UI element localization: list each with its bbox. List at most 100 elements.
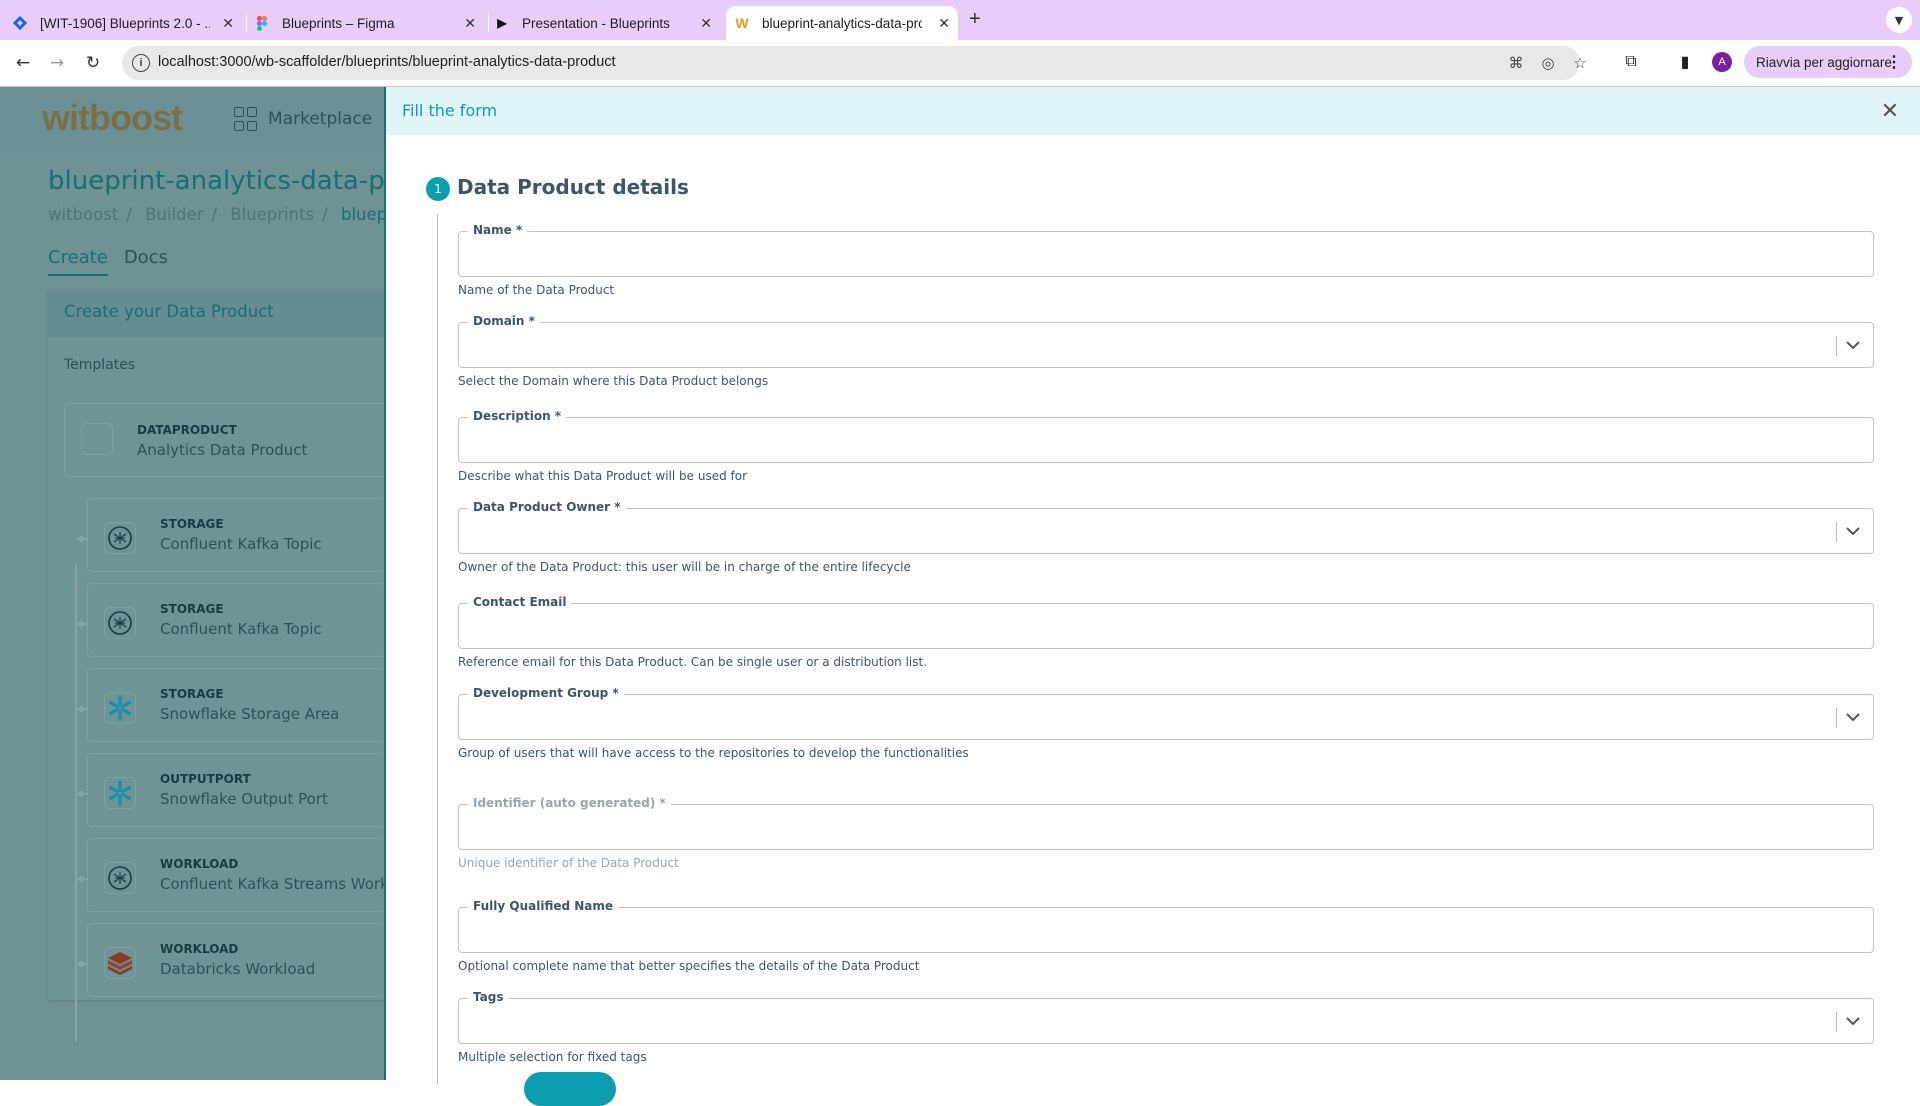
tab-label: blueprint-analytics-data-pro — [762, 15, 922, 31]
template-kind: STORAGE — [160, 602, 224, 616]
contact-email-outline: Contact Email — [458, 595, 1874, 649]
template-item[interactable]: STORAGE Confluent Kafka Topic — [76, 583, 384, 657]
template-kind: STORAGE — [160, 517, 224, 531]
more-menu-icon[interactable]: ⋮ — [1886, 52, 1902, 72]
description-input[interactable] — [460, 419, 1872, 461]
confluent-icon — [104, 607, 136, 639]
helper-text: Owner of the Data Product: this user wil… — [458, 560, 911, 574]
tree-node-dot — [78, 876, 84, 882]
side-panel-icon[interactable]: ▮ — [1674, 50, 1696, 72]
helper-text: Reference email for this Data Product. C… — [458, 655, 928, 669]
close-icon: ✕ — [1880, 98, 1900, 124]
data-product-owner-outline: Data Product Owner * — [458, 500, 1874, 554]
fully-qualified-name-field: Fully Qualified Name Optional complete na… — [458, 899, 1874, 973]
stepper-line — [437, 214, 438, 1084]
close-tab-icon[interactable]: ✕ — [700, 15, 712, 32]
template-name: Databricks Workload — [160, 960, 316, 978]
update-button[interactable]: Riavvia per aggiornare ⋮ — [1744, 46, 1912, 78]
close-tab-icon[interactable]: ✕ — [464, 15, 476, 32]
drawer-header: Fill the form ✕ — [386, 87, 1920, 135]
tree-node-dot — [78, 621, 84, 627]
tab-label: Presentation - Blueprints — [522, 15, 670, 31]
eye-off-icon[interactable]: ◎ — [1538, 53, 1558, 73]
template-name: Confluent Kafka Streams Workload — [160, 875, 384, 893]
chevron-down-icon[interactable] — [1843, 1011, 1863, 1031]
snowflake-icon — [104, 692, 136, 724]
chevron-down-icon[interactable] — [1843, 521, 1863, 541]
identifier-auto-generated-input — [460, 806, 1872, 848]
tab-separator — [488, 14, 489, 32]
description-outline: Description * — [458, 409, 1874, 463]
domain-field: Domain * Select the Domain where this Dat… — [458, 314, 1874, 388]
browser-tab-active[interactable]: W blueprint-analytics-data-pro ✕ — [726, 6, 958, 40]
confluent-icon — [104, 862, 136, 894]
next-button[interactable] — [524, 1072, 616, 1106]
development-group-select[interactable] — [460, 696, 1872, 738]
profile-avatar[interactable]: A — [1712, 52, 1732, 72]
template-name: Confluent Kafka Topic — [160, 620, 322, 638]
template-name: Confluent Kafka Topic — [160, 535, 322, 553]
select-separator — [1836, 522, 1837, 542]
confluent-icon — [104, 522, 136, 554]
bookmark-star-icon[interactable]: ☆ — [1570, 53, 1590, 73]
helper-text: Describe what this Data Product will be … — [458, 469, 748, 483]
data-product-owner-select[interactable] — [460, 510, 1872, 552]
play-icon: ▶ — [497, 16, 507, 30]
tags-field: Tags Multiple selection for fixed tags — [458, 990, 1874, 1064]
identifier-auto-generated-outline: Identifier (auto generated) * — [458, 796, 1874, 850]
browser-tab[interactable]: ▶ Presentation - Blueprints ✕ — [494, 6, 720, 40]
chevron-down-icon[interactable] — [1843, 707, 1863, 727]
template-kind: STORAGE — [160, 687, 224, 701]
contact-email-input[interactable] — [460, 605, 1872, 647]
select-separator — [1836, 708, 1837, 728]
update-button-label: Riavvia per aggiornare — [1756, 54, 1892, 70]
close-tab-icon[interactable]: ✕ — [938, 15, 950, 32]
snowflake-icon — [104, 777, 136, 809]
tree-node-dot — [78, 706, 84, 712]
tab-search-button[interactable]: ▼ — [1886, 7, 1912, 33]
witboost-icon: W — [735, 15, 749, 31]
tree-node-dot — [78, 536, 84, 542]
new-tab-button[interactable]: + — [969, 8, 981, 31]
template-kind: WORKLOAD — [160, 857, 239, 871]
contact-email-field: Contact Email Reference email for this Da… — [458, 595, 1874, 669]
template-item[interactable]: STORAGE Snowflake Storage Area — [76, 668, 384, 742]
name-field: Name * Name of the Data Product — [458, 223, 1874, 297]
development-group-outline: Development Group * — [458, 686, 1874, 740]
form-drawer: Fill the form ✕ 1 Data Product details N… — [384, 87, 1920, 1106]
fully-qualified-name-input[interactable] — [460, 909, 1872, 951]
chevron-down-icon[interactable] — [1843, 335, 1863, 355]
close-button[interactable]: ✕ — [1876, 97, 1904, 125]
template-item[interactable]: WORKLOAD Confluent Kafka Streams Workload — [76, 838, 384, 912]
extensions-icon[interactable]: ⧉ — [1620, 50, 1642, 72]
databricks-icon — [104, 947, 136, 979]
template-item[interactable]: WORKLOAD Databricks Workload — [76, 923, 384, 997]
tags-select[interactable] — [460, 1000, 1872, 1042]
step-title: Data Product details — [457, 175, 689, 199]
translate-icon[interactable]: ⌘ — [1506, 53, 1526, 73]
helper-text: Optional complete name that better speci… — [458, 959, 920, 973]
description-field: Description * Describe what this Data Pro… — [458, 409, 1874, 483]
domain-select[interactable] — [460, 324, 1872, 366]
helper-text: Unique identifier of the Data Product — [458, 856, 679, 870]
domain-outline: Domain * — [458, 314, 1874, 368]
template-item[interactable]: STORAGE Confluent Kafka Topic — [76, 498, 384, 572]
template-kind: OUTPUTPORT — [160, 772, 251, 786]
select-separator — [1836, 1012, 1837, 1032]
name-outline: Name * — [458, 223, 1874, 277]
select-separator — [1836, 336, 1837, 356]
helper-text: Multiple selection for fixed tags — [458, 1050, 647, 1064]
template-children: STORAGE Confluent Kafka Topic STORAGE Confl… — [0, 0, 384, 1080]
template-kind: WORKLOAD — [160, 942, 239, 956]
name-input[interactable] — [460, 233, 1872, 275]
template-name: Snowflake Output Port — [160, 790, 328, 808]
tags-outline: Tags — [458, 990, 1874, 1044]
helper-text: Select the Domain where this Data Produc… — [458, 374, 769, 388]
template-item[interactable]: OUTPUTPORT Snowflake Output Port — [76, 753, 384, 827]
drawer-title: Fill the form — [402, 101, 498, 120]
template-name: Snowflake Storage Area — [160, 705, 340, 723]
chevron-down-icon: ▼ — [1894, 13, 1904, 27]
tree-node-dot — [78, 961, 84, 967]
step-number-badge: 1 — [426, 177, 450, 201]
development-group-field: Development Group * Group of users that w… — [458, 686, 1874, 760]
